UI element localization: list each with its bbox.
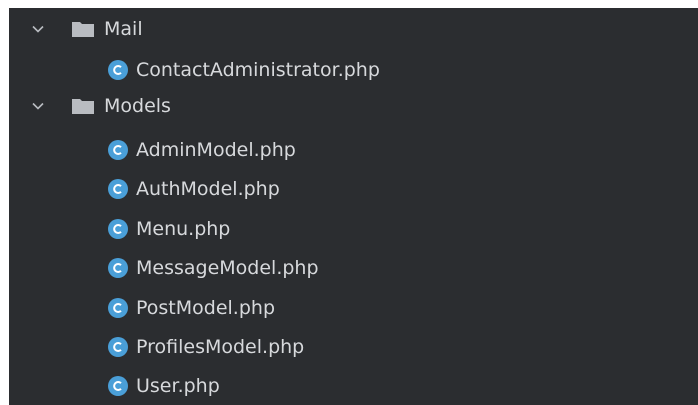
tree-file-row[interactable]: User.php <box>9 366 698 405</box>
php-class-icon <box>108 257 128 278</box>
file-label: ProfilesModel.php <box>136 335 305 358</box>
file-label: AuthModel.php <box>136 177 280 200</box>
php-class-icon <box>108 178 128 199</box>
screenshot-frame: Mail ContactAdministrator.php Models Adm… <box>0 0 698 405</box>
tree-file-row[interactable]: ContactAdministrator.php <box>9 50 698 89</box>
folder-label: Mail <box>104 17 143 40</box>
folder-icon <box>71 97 95 115</box>
php-class-icon <box>108 139 128 160</box>
file-label: Menu.php <box>136 217 231 240</box>
chevron-down-icon[interactable] <box>31 22 45 36</box>
php-class-icon <box>108 336 128 357</box>
tree-file-row[interactable]: Menu.php <box>9 209 698 248</box>
file-label: ContactAdministrator.php <box>136 58 380 81</box>
project-tree: Mail ContactAdministrator.php Models Adm… <box>9 8 698 405</box>
tree-file-row[interactable]: PostModel.php <box>9 288 698 327</box>
php-class-icon <box>108 297 128 318</box>
tree-folder-models[interactable]: Models <box>9 86 698 125</box>
file-label: User.php <box>136 374 220 397</box>
tree-file-row[interactable]: AdminModel.php <box>9 130 698 169</box>
file-label: PostModel.php <box>136 296 276 319</box>
tree-file-row[interactable]: AuthModel.php <box>9 169 698 208</box>
php-class-icon <box>108 375 128 396</box>
folder-icon <box>71 20 95 38</box>
tree-file-row[interactable]: MessageModel.php <box>9 248 698 287</box>
folder-label: Models <box>104 94 171 117</box>
file-label: AdminModel.php <box>136 138 296 161</box>
file-label: MessageModel.php <box>136 256 319 279</box>
php-class-icon <box>108 218 128 239</box>
tree-file-row[interactable]: ProfilesModel.php <box>9 327 698 366</box>
php-class-icon <box>108 59 128 80</box>
tree-folder-mail[interactable]: Mail <box>9 9 698 48</box>
chevron-down-icon[interactable] <box>31 99 45 113</box>
